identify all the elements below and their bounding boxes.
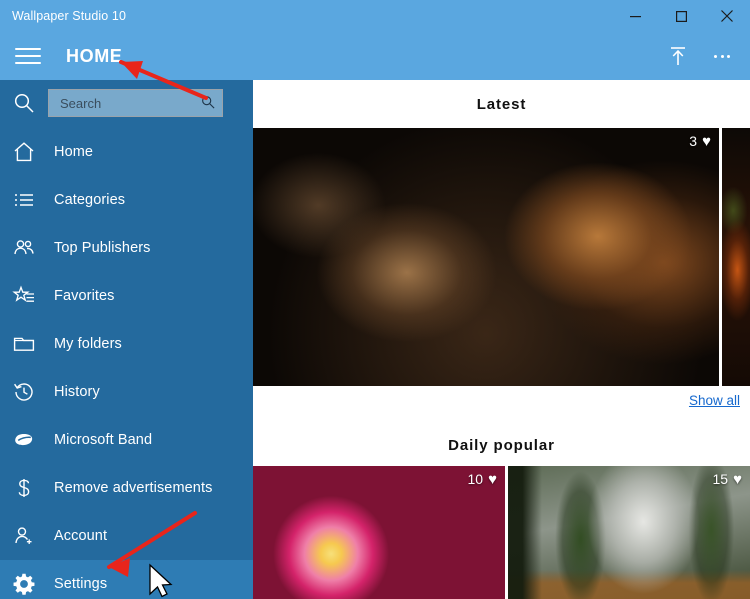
sidebar-item-home[interactable]: Home (0, 128, 253, 176)
content-area: Latest 3 ♥ Show all Daily popular 10 ♥ 1… (253, 80, 750, 599)
hamburger-bar (15, 62, 41, 64)
search-box[interactable] (48, 89, 223, 117)
more-icon (714, 54, 730, 58)
show-all-row: Show all (253, 392, 740, 410)
app-header: HOME (0, 32, 750, 80)
window-controls (612, 0, 750, 32)
heart-icon: ♥ (488, 470, 497, 488)
sidebar-item-microsoft-band[interactable]: Microsoft Band (0, 416, 253, 464)
wallpaper-tile-dark-orange[interactable] (722, 128, 750, 386)
upload-icon (671, 47, 685, 65)
add-user-icon (0, 512, 48, 560)
latest-tile-row: 3 ♥ (253, 128, 750, 386)
history-icon (0, 368, 48, 416)
home-icon (0, 128, 48, 176)
like-count-group: 15 ♥ (713, 471, 742, 487)
wallpaper-tile-lion[interactable]: 3 ♥ (253, 128, 719, 386)
sidebar-item-history[interactable]: History (0, 368, 253, 416)
like-count: 10 (467, 471, 484, 487)
like-count-group: 10 ♥ (468, 471, 497, 487)
star-list-icon (0, 272, 48, 320)
sidebar-item-remove-advertisements[interactable]: Remove advertisements (0, 464, 253, 512)
window-title: Wallpaper Studio 10 (12, 9, 127, 23)
search-input[interactable] (58, 94, 202, 112)
sidebar-item-label: My folders (54, 336, 122, 352)
sidebar-item-label: Top Publishers (54, 240, 151, 256)
sidebar-item-my-folders[interactable]: My folders (0, 320, 253, 368)
sidebar-item-label: Home (54, 144, 94, 160)
wallpaper-tile-waterfall[interactable]: 15 ♥ (508, 466, 750, 599)
upload-button[interactable] (656, 34, 700, 78)
sidebar-item-label: History (54, 384, 100, 400)
search-button[interactable] (0, 80, 48, 126)
like-count-group: 3 ♥ (689, 133, 711, 149)
more-button[interactable] (700, 34, 744, 78)
sidebar-item-label: Microsoft Band (54, 432, 153, 448)
sidebar-item-label: Account (54, 528, 108, 544)
header-actions (656, 32, 744, 80)
section-title-daily-popular: Daily popular (448, 437, 555, 454)
list-icon (0, 176, 48, 224)
sidebar-item-label: Remove advertisements (54, 480, 213, 496)
app-window: Wallpaper Studio 10 HOME Search Home Cat… (0, 0, 750, 599)
sidebar-item-categories[interactable]: Categories (0, 176, 253, 224)
sidebar-item-account[interactable]: Account (0, 512, 253, 560)
gear-icon (0, 560, 48, 599)
sidebar-item-label: Categories (54, 192, 126, 208)
sidebar-item-label: Settings (54, 576, 108, 592)
minimize-icon (629, 15, 641, 17)
sidebar-nav: Home Categories Top Publishers Favorites… (0, 128, 253, 599)
search-icon (14, 93, 34, 113)
maximize-button[interactable] (658, 0, 704, 32)
page-title: HOME (66, 45, 123, 66)
people-icon (0, 224, 48, 272)
sidebar-item-top-publishers[interactable]: Top Publishers (0, 224, 253, 272)
search-submit-icon[interactable] (201, 95, 215, 114)
band-icon (0, 416, 48, 464)
wallpaper-tile-flowers[interactable]: 10 ♥ (253, 466, 505, 599)
folder-icon (0, 320, 48, 368)
heart-icon: ♥ (702, 132, 711, 150)
hamburger-bar (15, 55, 41, 57)
maximize-icon (675, 10, 687, 22)
title-bar: Wallpaper Studio 10 (0, 0, 750, 32)
like-count: 3 (689, 133, 698, 149)
sidebar-item-favorites[interactable]: Favorites (0, 272, 253, 320)
sidebar-item-label: Favorites (54, 288, 115, 304)
close-button[interactable] (704, 0, 750, 32)
sidebar: Home Categories (0, 80, 253, 599)
section-title-latest: Latest (476, 96, 527, 113)
heart-icon: ♥ (733, 470, 742, 488)
show-all-link[interactable]: Show all (689, 393, 740, 408)
hamburger-icon[interactable] (6, 34, 50, 78)
minimize-button[interactable] (612, 0, 658, 32)
search-row (0, 80, 253, 126)
like-count: 15 (712, 471, 729, 487)
close-icon (721, 10, 733, 22)
daily-popular-tile-row: 10 ♥ 15 ♥ (253, 466, 750, 599)
dollar-icon (0, 464, 48, 512)
hamburger-bar (15, 48, 41, 50)
sidebar-item-settings[interactable]: Settings (0, 560, 253, 599)
